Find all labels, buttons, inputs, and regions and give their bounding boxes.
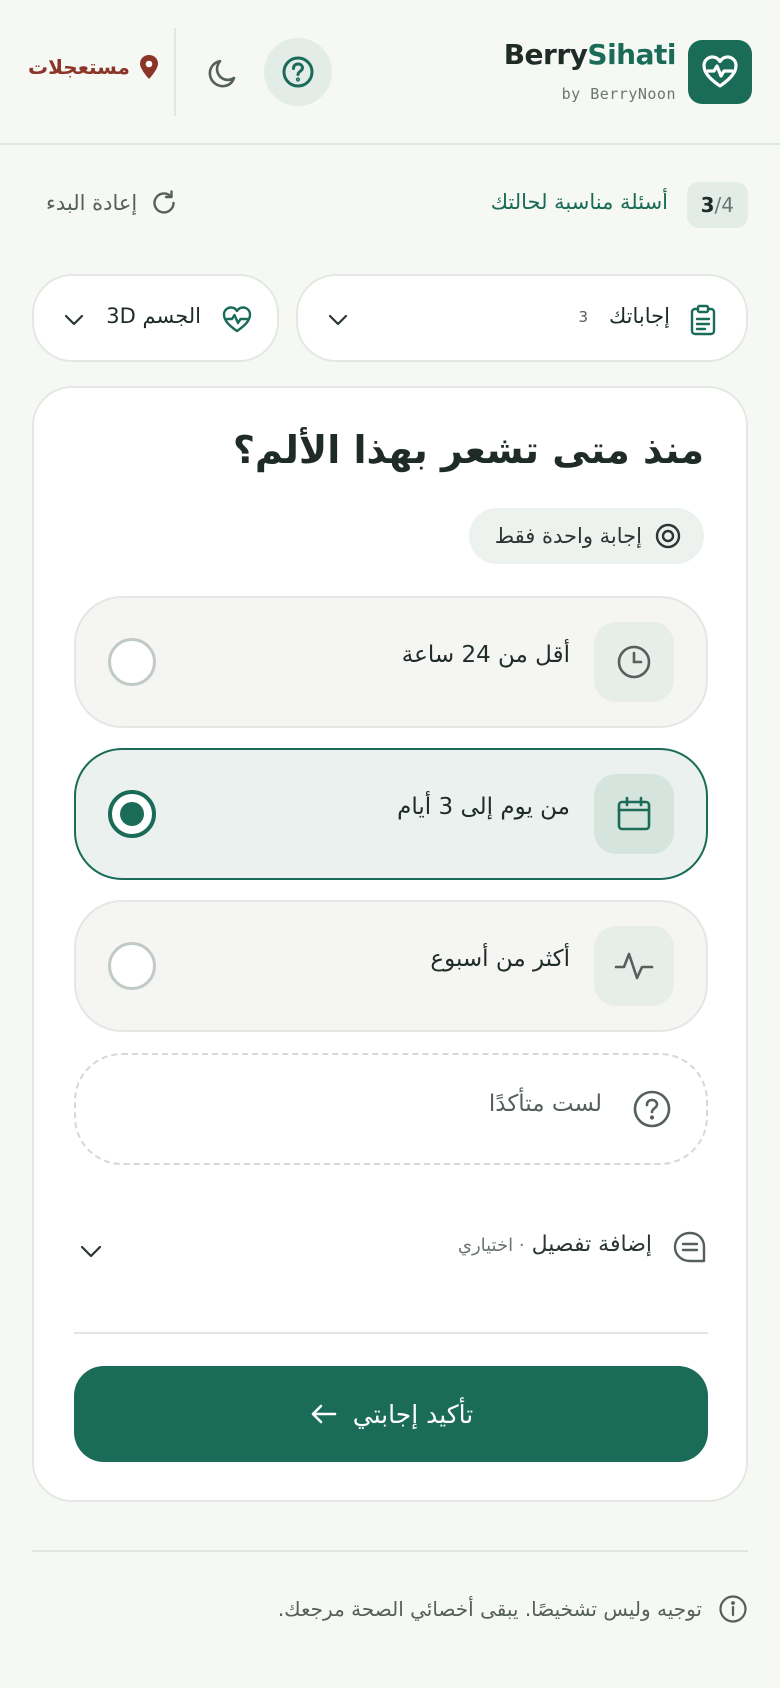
location-pin-icon — [139, 55, 158, 79]
card-divider — [74, 1332, 708, 1334]
question-title: منذ متى تشعر بهذا الألم؟ — [232, 428, 704, 472]
radio-button[interactable] — [108, 942, 156, 990]
confirm-answer-button[interactable]: تأكيد إجابتي — [74, 1366, 708, 1462]
option-icon-box — [594, 926, 674, 1006]
step-title: أسئلة مناسبة لحالتك — [490, 190, 668, 214]
brand-name-primary: Berry — [503, 38, 588, 71]
not-sure-label: لست متأكدًا — [488, 1091, 602, 1117]
help-button[interactable] — [264, 38, 332, 106]
progress-row: 3/4 أسئلة مناسبة لحالتك إعادة البدء — [0, 180, 780, 230]
hint-label: إجابة واحدة فقط — [494, 524, 642, 548]
option-icon-box — [594, 774, 674, 854]
dark-mode-toggle[interactable] — [196, 48, 248, 100]
clock-icon — [617, 645, 651, 679]
body-3d-label: الجسم 3D — [106, 304, 201, 328]
option-label: أكثر من أسبوع — [430, 946, 570, 972]
footer-divider — [32, 1550, 748, 1552]
refresh-icon — [153, 190, 175, 214]
calendar-icon — [617, 796, 651, 831]
logo-heart-icon[interactable] — [688, 40, 752, 104]
question-circle-icon — [633, 1090, 671, 1128]
option-1-to-3-days[interactable]: من يوم إلى 3 أيام — [74, 748, 708, 880]
question-card: منذ متى تشعر بهذا الألم؟ إجابة واحدة فقط… — [32, 386, 748, 1502]
info-icon — [719, 1595, 747, 1623]
answers-count: 3 — [578, 308, 588, 326]
optional-tag: · اختياري — [457, 1235, 525, 1256]
target-icon — [655, 523, 681, 549]
disclaimer: توجيه وليس تشخيصًا. يبقى أخصائي الصحة مر… — [278, 1594, 748, 1624]
body-3d-dropdown[interactable]: الجسم 3D — [32, 274, 279, 362]
not-sure-option[interactable]: لست متأكدًا — [74, 1053, 708, 1165]
option-less-than-24h[interactable]: أقل من 24 ساعة — [74, 596, 708, 728]
arrow-left-icon — [311, 1404, 337, 1424]
step-counter: 3/4 — [686, 182, 748, 228]
confirm-label: تأكيد إجابتي — [352, 1399, 474, 1429]
chevron-down-icon — [328, 314, 348, 326]
add-detail-label: إضافة تفصيل · اختياري — [458, 1232, 652, 1257]
step-current: 3 — [700, 193, 715, 217]
disclaimer-text: توجيه وليس تشخيصًا. يبقى أخصائي الصحة مر… — [277, 1597, 702, 1621]
restart-button[interactable]: إعادة البدء — [46, 188, 179, 218]
comment-icon — [673, 1231, 706, 1263]
urgent-care-label: مستعجلات — [28, 55, 130, 79]
radio-button[interactable] — [108, 638, 156, 686]
option-icon-box — [594, 622, 674, 702]
pulse-icon — [614, 952, 654, 980]
clipboard-icon — [690, 304, 716, 336]
answers-label: إجاباتك — [608, 304, 670, 328]
option-label: من يوم إلى 3 أيام — [397, 794, 570, 820]
chevron-down-icon — [80, 1245, 102, 1258]
chevron-down-icon — [64, 314, 84, 326]
app-header: BerrySihati by BerryNoon مستعجلات — [0, 0, 780, 145]
add-detail-toggle[interactable]: إضافة تفصيل · اختياري — [74, 1218, 708, 1278]
step-total: /4 — [714, 193, 734, 217]
moon-icon — [208, 59, 236, 88]
page: BerrySihati by BerryNoon مستعجلات 3/4 أس… — [0, 0, 780, 1688]
option-more-than-week[interactable]: أكثر من أسبوع — [74, 900, 708, 1032]
answers-dropdown[interactable]: إجاباتك 3 — [296, 274, 748, 362]
header-divider — [174, 28, 176, 116]
restart-label: إعادة البدء — [46, 191, 138, 215]
brand-name: BerrySihati — [503, 38, 677, 71]
brand-name-accent: Sihati — [587, 38, 676, 71]
help-icon — [282, 56, 314, 88]
brand: BerrySihati by BerryNoon — [503, 38, 677, 103]
heart-pulse-icon — [222, 306, 252, 333]
brand-subtitle: by BerryNoon — [561, 85, 676, 103]
single-answer-hint: إجابة واحدة فقط — [468, 508, 704, 564]
add-detail-text: إضافة تفصيل — [531, 1232, 652, 1257]
radio-button-selected[interactable] — [108, 790, 156, 838]
urgent-care-link[interactable]: مستعجلات — [28, 54, 160, 80]
option-label: أقل من 24 ساعة — [401, 642, 570, 668]
